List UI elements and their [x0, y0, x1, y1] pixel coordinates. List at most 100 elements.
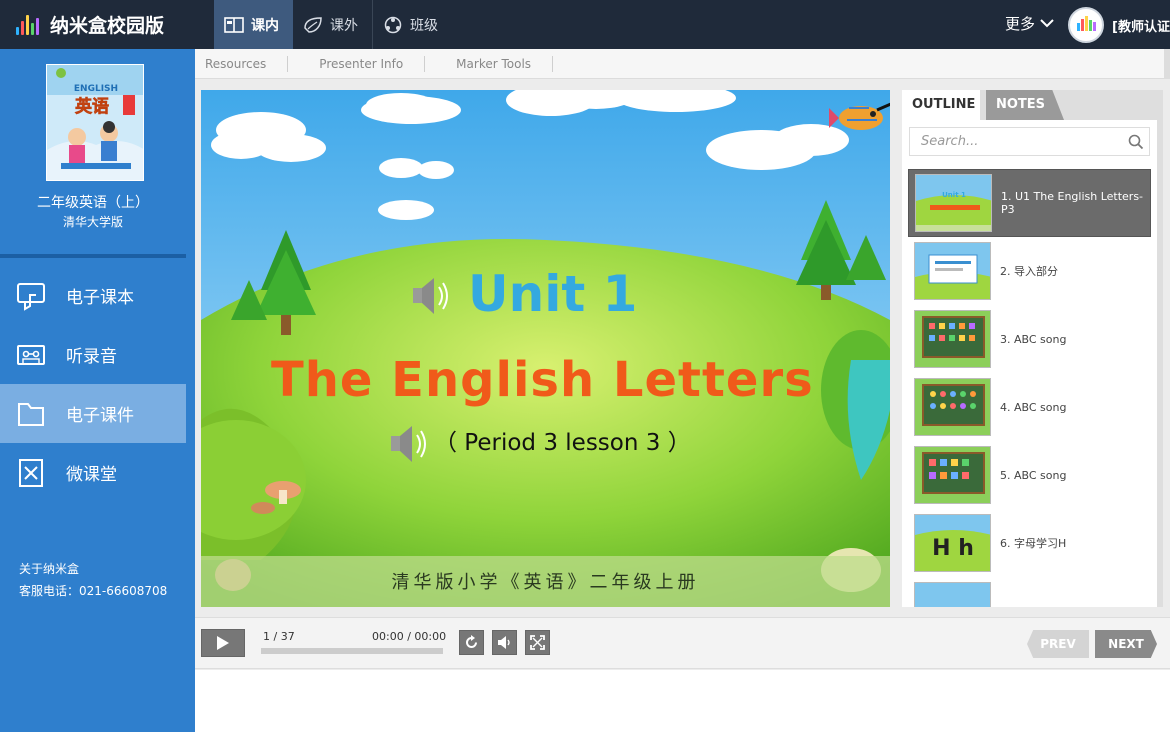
speaker-icon[interactable]	[387, 421, 433, 467]
speaker-icon[interactable]	[409, 273, 455, 319]
service-phone: 客服电话：021-66608708	[19, 584, 168, 598]
cover-chinese-text: 英语	[75, 96, 109, 117]
nav-tab-kenei[interactable]: 课内	[214, 0, 293, 49]
player-controls: 1 / 37 00:00 / 00:00 PREV NEXT	[195, 617, 1170, 669]
sidebar-item-label: 听录音	[66, 347, 117, 367]
slide-thumbnail	[914, 310, 991, 368]
search-icon[interactable]	[1128, 134, 1144, 150]
outline-item-label: 5. ABC song	[1000, 468, 1067, 482]
outline-item-label: 2. 导入部分	[1000, 264, 1058, 278]
tab-resources[interactable]: Resources	[195, 55, 289, 72]
progress-bar[interactable]	[261, 648, 443, 654]
avatar-logo-icon	[1077, 16, 1096, 31]
volume-button[interactable]	[492, 630, 517, 655]
outline-item[interactable]: H h 6. 字母学习H	[908, 509, 1151, 577]
outline-panel: OUTLINE NOTES Unit 1	[902, 90, 1163, 607]
folder-icon	[18, 402, 44, 426]
presenter-tabs: Resources Presenter Info Marker Tools	[195, 49, 1170, 79]
replay-button[interactable]	[459, 630, 484, 655]
volume-icon	[498, 636, 510, 649]
avatar[interactable]	[1068, 7, 1104, 43]
outline-item-label: 1. U1 The English Letters-P3	[1001, 190, 1144, 216]
sidebar-item-courseware[interactable]: 电子课件	[0, 384, 186, 443]
book-cover[interactable]: ENGLISH 英语	[46, 64, 144, 181]
outline-list: Unit 1 1. U1 The English Letters-P3 2. 导…	[908, 169, 1151, 607]
nav-tab-label: 课内	[251, 17, 279, 34]
nav-tab-kewai[interactable]: 课外	[293, 0, 372, 49]
nav-tab-label: 班级	[410, 17, 438, 34]
play-icon	[217, 636, 229, 650]
group-icon	[384, 16, 402, 33]
next-button[interactable]: NEXT	[1095, 630, 1157, 658]
video-card-icon	[19, 458, 43, 487]
sidebar-item-label: 微课堂	[66, 465, 117, 485]
top-bar: 纳米盒校园版 课内 课外 班级 更多 [教师认证	[0, 0, 1170, 49]
tab-notes[interactable]: NOTES	[986, 90, 1064, 120]
outline-search	[909, 127, 1150, 156]
chevron-down-icon	[1040, 19, 1054, 28]
search-input[interactable]	[910, 128, 1120, 155]
outline-item[interactable]: Unit 1 1. U1 The English Letters-P3	[908, 169, 1151, 237]
outline-item[interactable]: 2. 导入部分	[908, 237, 1151, 305]
main-area: Resources Presenter Info Marker Tools Un…	[195, 49, 1170, 732]
sidebar-divider	[0, 254, 186, 258]
sidebar-item-ebook[interactable]: 电子课本	[0, 266, 186, 325]
user-role-label[interactable]: [教师认证	[1112, 16, 1170, 35]
slide-thumbnail	[914, 378, 991, 436]
slide-thumbnail: H h	[914, 514, 991, 572]
slide-canvas[interactable]: Unit 1 The English Letters （ Period 3 le…	[201, 90, 890, 607]
fullscreen-icon	[530, 635, 545, 650]
sidebar-footer: 关于纳米盒 客服电话：021-66608708	[19, 558, 167, 602]
more-menu[interactable]: 更多	[1005, 13, 1054, 34]
slide-period-subtitle: （ Period 3 lesson 3 ）	[434, 430, 691, 456]
outline-item-label: 3. ABC song	[1000, 332, 1067, 346]
sidebar-item-label: 电子课件	[66, 406, 134, 426]
page-indicator: 1 / 37	[263, 630, 295, 643]
sidebar-item-label: 电子课本	[66, 288, 134, 308]
slide-thumbnail	[914, 582, 991, 607]
time-display: 00:00 / 00:00	[372, 630, 447, 643]
book-title: 二年级英语（上）	[37, 195, 149, 211]
fullscreen-button[interactable]	[525, 630, 550, 655]
about-link[interactable]: 关于纳米盒	[19, 558, 167, 580]
book-open-icon	[224, 16, 244, 33]
play-button[interactable]	[201, 629, 245, 657]
slide-main-title: The English Letters	[271, 352, 814, 408]
outline-item-label: 6. 字母学习H	[1000, 536, 1067, 550]
cover-english-text: ENGLISH	[74, 84, 118, 94]
brand[interactable]: 纳米盒校园版	[14, 0, 164, 49]
tab-marker-tools[interactable]: Marker Tools	[446, 55, 554, 72]
scrollbar[interactable]	[1164, 49, 1170, 79]
cassette-icon	[17, 344, 45, 365]
book-publisher: 清华大学版	[62, 215, 123, 229]
outline-item-label: 4. ABC song	[1000, 400, 1067, 414]
nav-tab-banji[interactable]: 班级	[373, 0, 452, 49]
sidebar-item-audio[interactable]: 听录音	[0, 325, 186, 384]
leaf-icon	[304, 16, 322, 33]
bottom-blank-area	[195, 670, 1170, 732]
app-title: 纳米盒校园版	[50, 15, 165, 37]
replay-icon	[466, 635, 477, 648]
more-label: 更多	[1005, 15, 1036, 33]
tab-outline[interactable]: OUTLINE	[902, 90, 980, 120]
nami-logo-icon	[14, 12, 44, 38]
prev-button[interactable]: PREV	[1027, 630, 1089, 658]
slide-unit-title: Unit 1	[468, 265, 638, 323]
sidebar: ENGLISH 英语 二年级英语（上） 清华大学版 电子课本 听录音 电子课件 …	[0, 49, 195, 732]
slide-background	[201, 90, 890, 607]
outline-item[interactable]: 5. ABC song	[908, 441, 1151, 509]
tab-presenter-info[interactable]: Presenter Info	[309, 55, 426, 72]
main-nav: 课内 课外 班级	[214, 0, 452, 49]
thumb-unit-text: Unit 1	[942, 191, 966, 199]
outline-item[interactable]: 3. ABC song	[908, 305, 1151, 373]
slide-footer-text: 清华版小学《英语》二年级上册	[391, 572, 700, 593]
outline-item[interactable]	[908, 577, 1151, 607]
slide-thumbnail	[914, 242, 991, 300]
sidebar-item-microclass[interactable]: 微课堂	[0, 443, 186, 502]
thumb-book-icon	[17, 282, 45, 311]
outline-item[interactable]: 4. ABC song	[908, 373, 1151, 441]
sidebar-menu: 电子课本 听录音 电子课件 微课堂	[0, 266, 186, 502]
slide-thumbnail: Unit 1	[915, 174, 992, 232]
slide-thumbnail	[914, 446, 991, 504]
nav-tab-label: 课外	[330, 17, 358, 34]
